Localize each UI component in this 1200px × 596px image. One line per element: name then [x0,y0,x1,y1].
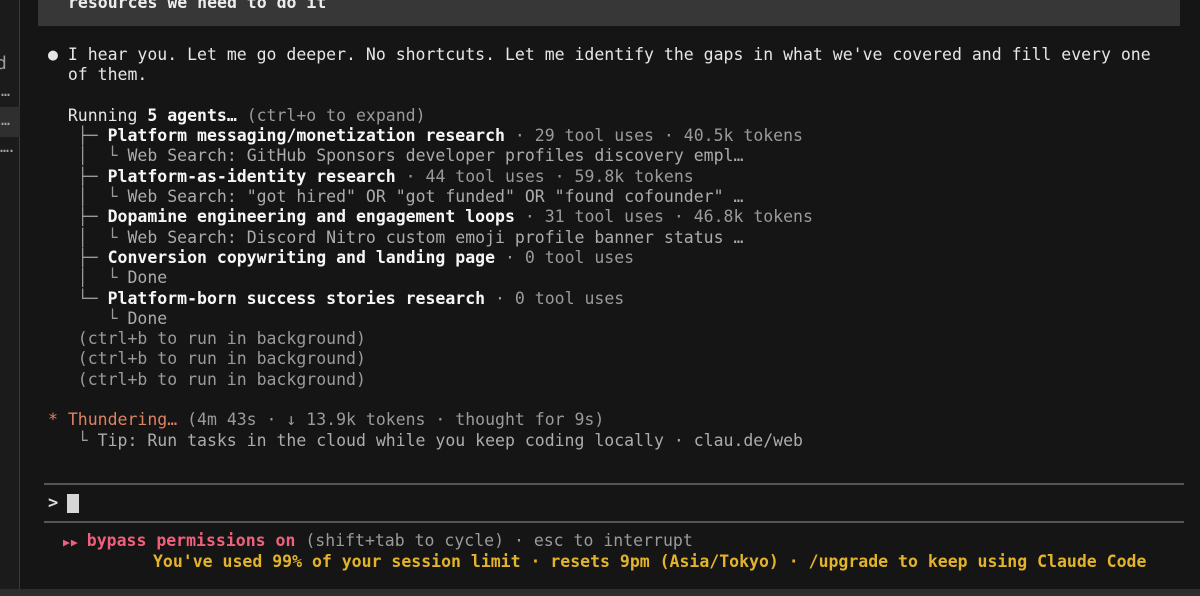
background-hint-line: (ctrl+b to run in background) [48,329,1151,349]
window-bottom-edge [0,589,1200,596]
terminal-text-segment [237,106,247,125]
claude-code-terminal-window: d … … …. resources we need to do it ● I hea… [0,0,1200,596]
agent-row-3: ├─ Dopamine engineering and engagement l… [48,207,1151,227]
prompt-input-box[interactable]: > [44,483,1184,523]
spinner-status-line: * Thundering… (4m 43s · ↓ 13.9k tokens ·… [48,410,1151,430]
terminal-text-segment: ● [48,45,68,64]
prompt-chevron-icon: > [48,493,58,513]
permissions-mode-line: ▶▶ bypass permissions on (shift+tab to c… [63,531,1146,552]
terminal-text-segment: Platform-born success stories research [108,289,486,308]
agents-header-line: Running 5 agents… (ctrl+o to expand) [48,106,1151,126]
terminal-text-segment: ├─ [48,248,108,267]
terminal-text-segment: Conversion copywriting and landing page [108,248,495,267]
terminal-text-segment: │ └ [48,228,127,247]
terminal-text-segment: Web Search: "got hired" OR "got funded" … [127,187,743,206]
terminal-text-segment: Done [127,309,167,328]
background-hint-line: (ctrl+b to run in background) [48,370,1151,390]
assistant-message-line-1: ● I hear you. Let me go deeper. No short… [48,45,1151,65]
sidebar-item-fragment: …. [0,140,14,155]
blank-line [48,390,1151,410]
terminal-text-segment: ├─ [48,207,108,226]
blank-line [48,86,1151,106]
terminal-text-segment: Web Search: Discord Nitro custom emoji p… [127,228,743,247]
tip-line: └ Tip: Run tasks in the cloud while you … [48,431,1151,451]
terminal-text-segment: Tip: Run tasks in the cloud while you ke… [98,431,803,450]
sidebar-item-fragment: … [1,84,9,99]
quoted-message-block: resources we need to do it [38,0,1180,26]
terminal-text-segment [177,410,187,429]
agent-row-3-activity: │ └ Web Search: Discord Nitro custom emo… [48,228,1151,248]
terminal-text-segment: · 29 tool uses · 40.5k tokens [505,126,803,145]
left-pane-edge: d … … …. [0,0,20,596]
agent-row-4-activity: │ └ Done [48,268,1151,288]
terminal-text-segment: · 44 tool uses · 59.8k tokens [396,167,694,186]
status-bar: ▶▶ bypass permissions on (shift+tab to c… [48,531,1146,573]
terminal-text-segment: └ [48,431,98,450]
terminal-text-segment: · 31 tool uses · 46.8k tokens [515,207,813,226]
terminal-text-segment: └ [48,309,127,328]
sidebar-item-selected[interactable]: … [0,107,20,137]
terminal-text-segment: * Thundering… [48,410,177,429]
terminal-text-segment: Platform-as-identity research [108,167,396,186]
terminal-text-segment: · 0 tool uses [485,289,624,308]
terminal-text-segment: (ctrl+b to run in background) [48,349,366,368]
terminal-text-segment: 5 agents… [147,106,236,125]
terminal-text-segment: I hear you. Let me go deeper. No shortcu… [68,45,1151,64]
terminal-text-segment: Platform messaging/monetization research [108,126,505,145]
terminal-text-segment: ▶▶ [63,535,87,549]
terminal-output: ● I hear you. Let me go deeper. No short… [48,45,1151,451]
terminal-text-segment: (ctrl+o to expand) [247,106,426,125]
assistant-message-line-2: of them. [48,65,1151,85]
terminal-text-segment: └─ [48,289,108,308]
agent-row-2-activity: │ └ Web Search: "got hired" OR "got fund… [48,187,1151,207]
terminal-text-segment: Done [127,268,167,287]
terminal-text-segment: (ctrl+b to run in background) [48,370,366,389]
terminal-text-segment: │ └ [48,187,127,206]
terminal-text-segment: Dopamine engineering and engagement loop… [108,207,515,226]
terminal-text-segment: ├─ [48,167,108,186]
agent-row-5: └─ Platform-born success stories researc… [48,289,1151,309]
terminal-text-segment: Running [48,106,147,125]
agent-row-1: ├─ Platform messaging/monetization resea… [48,126,1151,146]
terminal-text-segment: │ └ [48,268,127,287]
quoted-message-text: resources we need to do it [68,0,326,13]
terminal-text-segment: (ctrl+b to run in background) [48,329,366,348]
terminal-text-segment: (shift+tab to cycle) · esc to interrupt [295,531,692,550]
sidebar-item-fragment: d [0,56,7,71]
terminal-text-segment: bypass permissions on [87,531,296,550]
terminal-text-segment: Web Search: GitHub Sponsors developer pr… [127,146,743,165]
terminal-text-segment: │ └ [48,146,127,165]
terminal-text-segment: · 0 tool uses [495,248,634,267]
session-limit-line: You've used 99% of your session limit · … [153,552,1146,572]
background-hint-line: (ctrl+b to run in background) [48,349,1151,369]
text-cursor [67,494,79,513]
terminal-text-segment: (4m 43s · ↓ 13.9k tokens · thought for 9… [187,410,604,429]
agent-row-4: ├─ Conversion copywriting and landing pa… [48,248,1151,268]
terminal-text-segment: You've used 99% of your session limit · … [153,552,1146,571]
agent-row-5-activity: └ Done [48,309,1151,329]
terminal-text-segment: of them. [48,65,147,84]
terminal-text-segment: ├─ [48,126,108,145]
agent-row-2: ├─ Platform-as-identity research · 44 to… [48,167,1151,187]
agent-row-1-activity: │ └ Web Search: GitHub Sponsors develope… [48,146,1151,166]
